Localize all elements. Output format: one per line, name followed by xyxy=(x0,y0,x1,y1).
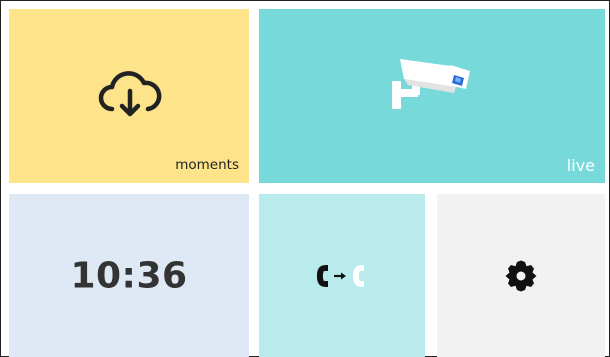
moments-label: moments xyxy=(175,156,239,173)
moments-tile[interactable]: moments xyxy=(9,9,249,183)
dashboard-frame: moments live 10:36 xyxy=(0,0,610,357)
clock-time: 10:36 xyxy=(70,255,188,296)
gear-icon xyxy=(505,260,537,291)
settings-tile[interactable] xyxy=(437,194,605,357)
live-label: live xyxy=(566,156,595,175)
security-camera-icon xyxy=(392,59,470,109)
call-transfer-icon xyxy=(317,264,364,287)
call-transfer-tile[interactable] xyxy=(259,194,425,357)
live-tile[interactable]: live xyxy=(259,9,605,183)
clock-tile[interactable]: 10:36 xyxy=(9,194,249,357)
cloud-download-icon xyxy=(98,71,162,117)
